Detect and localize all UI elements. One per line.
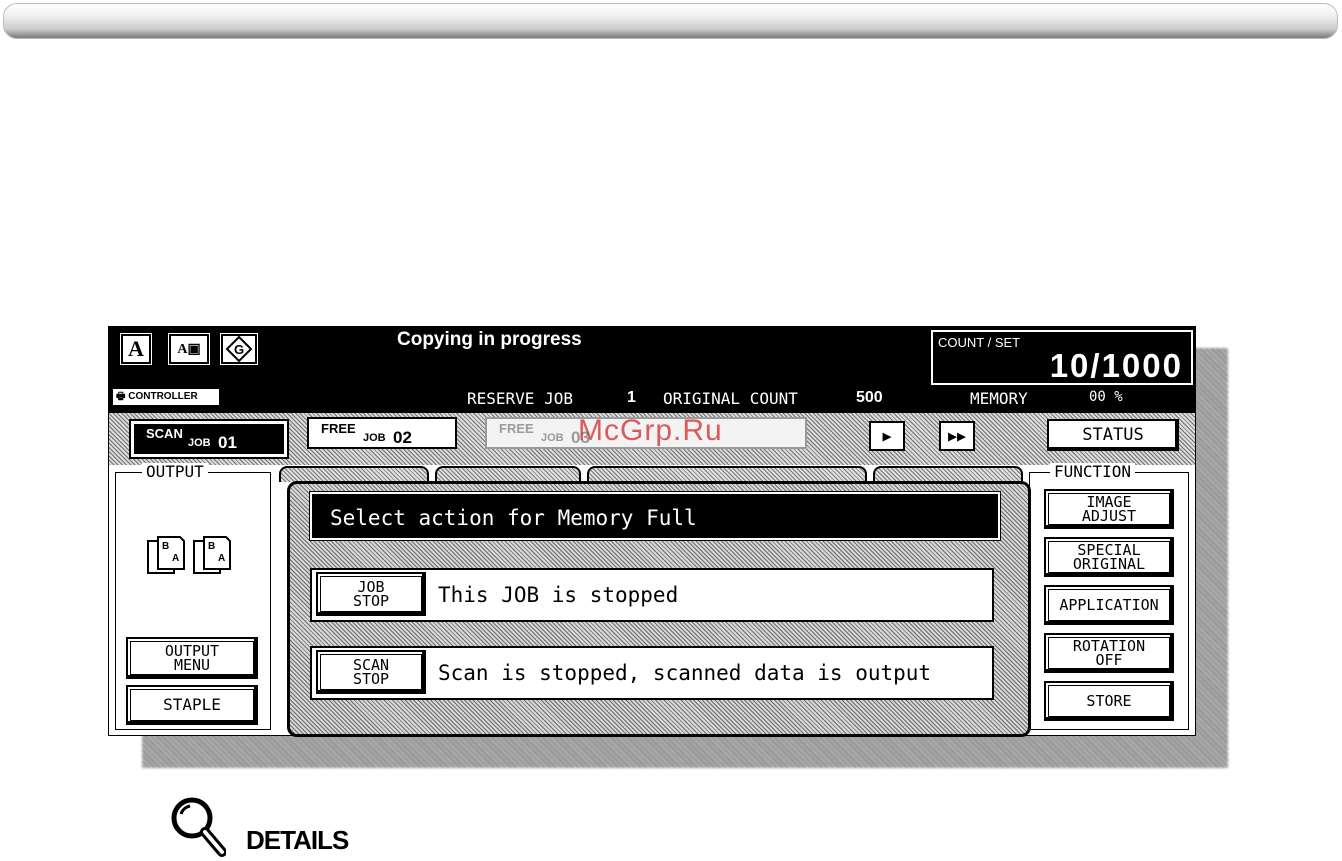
memory-label: MEMORY <box>970 389 1028 408</box>
output-menu-button[interactable]: OUTPUT MENU <box>126 637 258 679</box>
staple-button[interactable]: STAPLE <box>126 685 258 725</box>
hidden-tab-1[interactable] <box>279 466 429 482</box>
status-button[interactable]: STATUS <box>1047 419 1179 451</box>
job-stop-option: JOB STOP This JOB is stopped <box>310 568 994 622</box>
mode-a-icon[interactable]: A <box>120 333 152 365</box>
reserve-job-value: 1 <box>627 389 636 406</box>
function-title: FUNCTION <box>1050 463 1136 481</box>
job-tab-02[interactable]: FREE JOB 02 <box>307 417 457 449</box>
printer-icon: 🖶 <box>116 391 126 402</box>
scan-stop-option: SCAN STOP Scan is stopped, scanned data … <box>310 646 994 700</box>
image-adjust-button[interactable]: IMAGE ADJUST <box>1044 489 1174 529</box>
output-title: OUTPUT <box>142 463 208 481</box>
application-button[interactable]: APPLICATION <box>1044 585 1174 625</box>
special-original-button[interactable]: SPECIAL ORIGINAL <box>1044 537 1174 577</box>
rotation-off-button[interactable]: ROTATION OFF <box>1044 633 1174 673</box>
svg-text:B: B <box>162 541 169 552</box>
mode-g-icon[interactable]: G <box>220 333 258 365</box>
job-stop-button[interactable]: JOB STOP <box>316 572 426 616</box>
scan-stop-description: Scan is stopped, scanned data is output <box>438 661 932 685</box>
job-tabs-row: SCAN JOB 01 FREE JOB 02 FREE JOB 03 ▶ ▶▶… <box>109 413 1195 465</box>
next-job-button[interactable]: ▶ <box>869 421 905 451</box>
original-count-label: ORIGINAL COUNT <box>663 389 798 408</box>
magnifier-icon <box>171 797 226 857</box>
controller-label: 🖶 CONTROLLER <box>113 389 219 405</box>
last-job-button[interactable]: ▶▶ <box>939 421 975 451</box>
count-set-box: COUNT / SET 10/1000 <box>931 330 1193 385</box>
function-group: FUNCTION IMAGE ADJUST SPECIAL ORIGINAL A… <box>1029 463 1189 730</box>
store-button[interactable]: STORE <box>1044 681 1174 721</box>
dialog-title: Select action for Memory Full <box>309 491 1001 541</box>
panel-header: A A▣ G 🖶 CONTROLLER Copying in progress … <box>109 327 1195 413</box>
hidden-tab-3[interactable] <box>587 466 867 482</box>
svg-text:A: A <box>218 553 225 564</box>
copier-control-panel: A A▣ G 🖶 CONTROLLER Copying in progress … <box>108 326 1196 737</box>
svg-text:B: B <box>208 541 215 552</box>
count-set-label: COUNT / SET <box>938 335 1021 350</box>
svg-text:G: G <box>234 342 244 357</box>
job-tab-03: FREE JOB 03 <box>485 417 807 449</box>
mode-a-photo-icon[interactable]: A▣ <box>168 333 210 365</box>
memory-full-dialog: Select action for Memory Full JOB STOP T… <box>287 481 1031 737</box>
output-group: OUTPUT BA BA OUTPUT MENU STAPLE <box>115 463 271 730</box>
svg-text:A: A <box>172 553 179 564</box>
reserve-job-label: RESERVE JOB <box>467 389 573 408</box>
job-stop-description: This JOB is stopped <box>438 583 679 607</box>
memory-value: 00 % <box>1089 389 1123 405</box>
copying-status: Copying in progress <box>397 329 582 350</box>
top-title-bar <box>3 3 1338 39</box>
job-tab-01[interactable]: SCAN JOB 01 <box>129 419 289 459</box>
count-set-value: 10/1000 <box>1049 347 1183 384</box>
output-mode-icon: BA BA <box>147 536 231 574</box>
hidden-tab-4[interactable] <box>873 466 1023 482</box>
hidden-tab-2[interactable] <box>435 466 581 482</box>
details-heading: DETAILS <box>246 825 349 855</box>
original-count-value: 500 <box>856 389 883 406</box>
scan-stop-button[interactable]: SCAN STOP <box>316 650 426 694</box>
